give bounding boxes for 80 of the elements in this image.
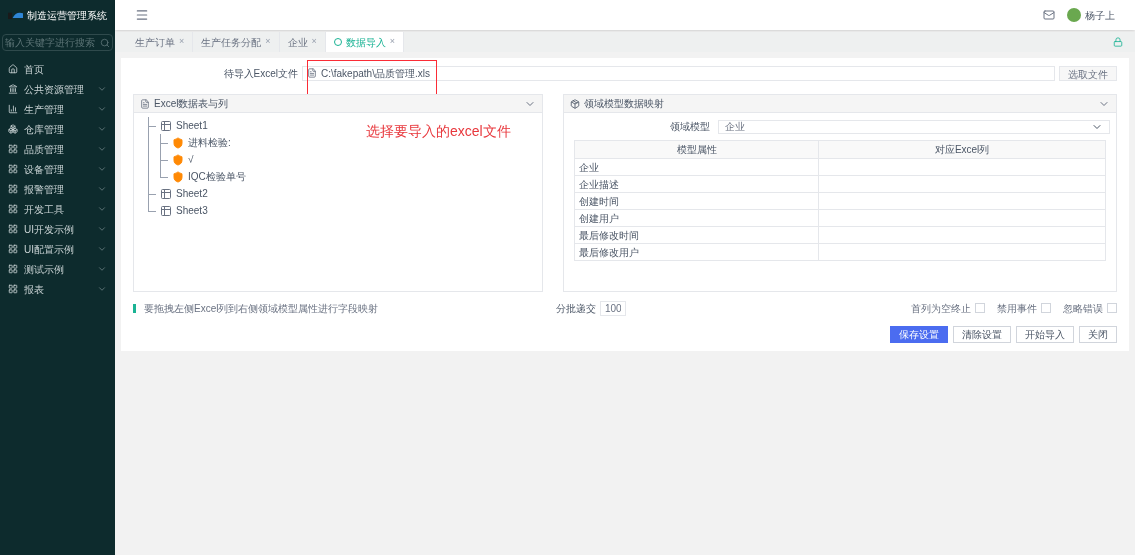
- hint-text: 要拖拽左侧Excel列到右侧领域模型属性进行字段映射: [144, 301, 380, 316]
- file-field[interactable]: C:\fakepath\品质管理.xls: [302, 65, 1055, 81]
- bank-icon: [8, 84, 18, 94]
- sidebar-item[interactable]: 测试示例: [0, 259, 115, 279]
- shield-icon: [172, 153, 184, 166]
- user-name[interactable]: 杨子上: [1085, 7, 1115, 23]
- grid-icon: [8, 144, 18, 154]
- sidebar-item[interactable]: UI配置示例: [0, 239, 115, 259]
- shield-icon: [172, 136, 184, 149]
- grid-icon: [8, 284, 18, 294]
- annotation-text: 选择要导入的excel文件: [366, 122, 511, 141]
- tab[interactable]: 企业 ×: [279, 32, 326, 52]
- sidebar-item[interactable]: 品质管理: [0, 139, 115, 159]
- tree-item[interactable]: IQC检验单号: [188, 169, 246, 184]
- sidebar-item[interactable]: 公共资源管理: [0, 79, 115, 99]
- grid-icon: [8, 164, 18, 174]
- checkbox[interactable]: [1041, 303, 1051, 313]
- avatar[interactable]: [1067, 8, 1081, 22]
- menu-icon[interactable]: [135, 8, 149, 22]
- cube-icon: [570, 98, 580, 109]
- table-cell: 创建用户: [574, 209, 819, 227]
- tree-item[interactable]: Sheet3: [176, 203, 208, 218]
- field-label: 分批递交: [556, 301, 596, 316]
- table-icon: [160, 187, 172, 200]
- lock-icon[interactable]: [1113, 37, 1123, 47]
- action-button[interactable]: 保存设置: [890, 326, 948, 343]
- sidebar-item[interactable]: 报警管理: [0, 179, 115, 199]
- boxes-icon: [8, 124, 18, 134]
- shield-icon: [172, 170, 184, 183]
- field-label: 待导入Excel文件: [222, 66, 298, 81]
- panel-title: 领域模型数据映射: [584, 97, 665, 111]
- home-icon: [8, 64, 18, 74]
- field-label: 领域模型: [669, 120, 710, 134]
- search-icon[interactable]: [100, 37, 110, 48]
- tree-item[interactable]: √: [188, 152, 194, 167]
- tree-item[interactable]: 进料检验:: [188, 135, 231, 150]
- column-header: 对应Excel列: [818, 140, 1106, 159]
- batch-size-field[interactable]: 100: [600, 300, 626, 316]
- choose-file-button[interactable]: 选取文件: [1059, 65, 1117, 81]
- search-field[interactable]: 输入关键字进行搜索: [2, 34, 113, 51]
- grid-icon: [8, 224, 18, 234]
- file-icon: [140, 98, 150, 109]
- sidebar-item[interactable]: UI开发示例: [0, 219, 115, 239]
- app-title: 制造运营管理系统: [27, 8, 107, 23]
- grid-icon: [8, 184, 18, 194]
- table-icon: [160, 204, 172, 217]
- grid-icon: [8, 204, 18, 214]
- hint-marker: [133, 303, 136, 313]
- checkbox[interactable]: [975, 303, 985, 313]
- sidebar-item[interactable]: 报表: [0, 279, 115, 299]
- option-label: 忽略错误: [1063, 301, 1103, 316]
- panel-title: Excel数据表与列: [154, 97, 230, 111]
- grid-icon: [8, 244, 18, 254]
- action-button[interactable]: 清除设置: [953, 326, 1011, 343]
- grid-icon: [8, 264, 18, 274]
- model-select[interactable]: 企业: [718, 119, 1110, 134]
- option-label: 首列为空终止: [911, 301, 971, 316]
- sidebar-item[interactable]: 生产管理: [0, 99, 115, 119]
- column-header: 模型属性: [574, 140, 819, 159]
- sidebar-item[interactable]: 开发工具: [0, 199, 115, 219]
- table-cell: 最后修改用户: [574, 243, 819, 261]
- file-icon: [307, 68, 317, 78]
- table-icon: [160, 119, 172, 132]
- table-cell: 企业描述: [574, 175, 819, 193]
- tree-item[interactable]: Sheet2: [176, 186, 208, 201]
- sidebar-item[interactable]: 仓库管理: [0, 119, 115, 139]
- sidebar-item[interactable]: 首页: [0, 59, 115, 79]
- sidebar-item[interactable]: 设备管理: [0, 159, 115, 179]
- checkbox[interactable]: [1107, 303, 1117, 313]
- tab[interactable]: 生产任务分配 ×: [193, 32, 280, 52]
- table-cell: 创建时间: [574, 192, 819, 210]
- table-cell: 最后修改时间: [574, 226, 819, 244]
- table-cell: 企业: [574, 158, 819, 176]
- action-button[interactable]: 关闭: [1079, 326, 1117, 343]
- tab[interactable]: 生产订单 ×: [127, 32, 194, 52]
- option-label: 禁用事件: [997, 301, 1037, 316]
- tree-item[interactable]: Sheet1: [176, 118, 208, 133]
- bar-chart-icon: [8, 104, 18, 114]
- action-button[interactable]: 开始导入: [1016, 326, 1074, 343]
- mail-icon[interactable]: [1043, 9, 1055, 21]
